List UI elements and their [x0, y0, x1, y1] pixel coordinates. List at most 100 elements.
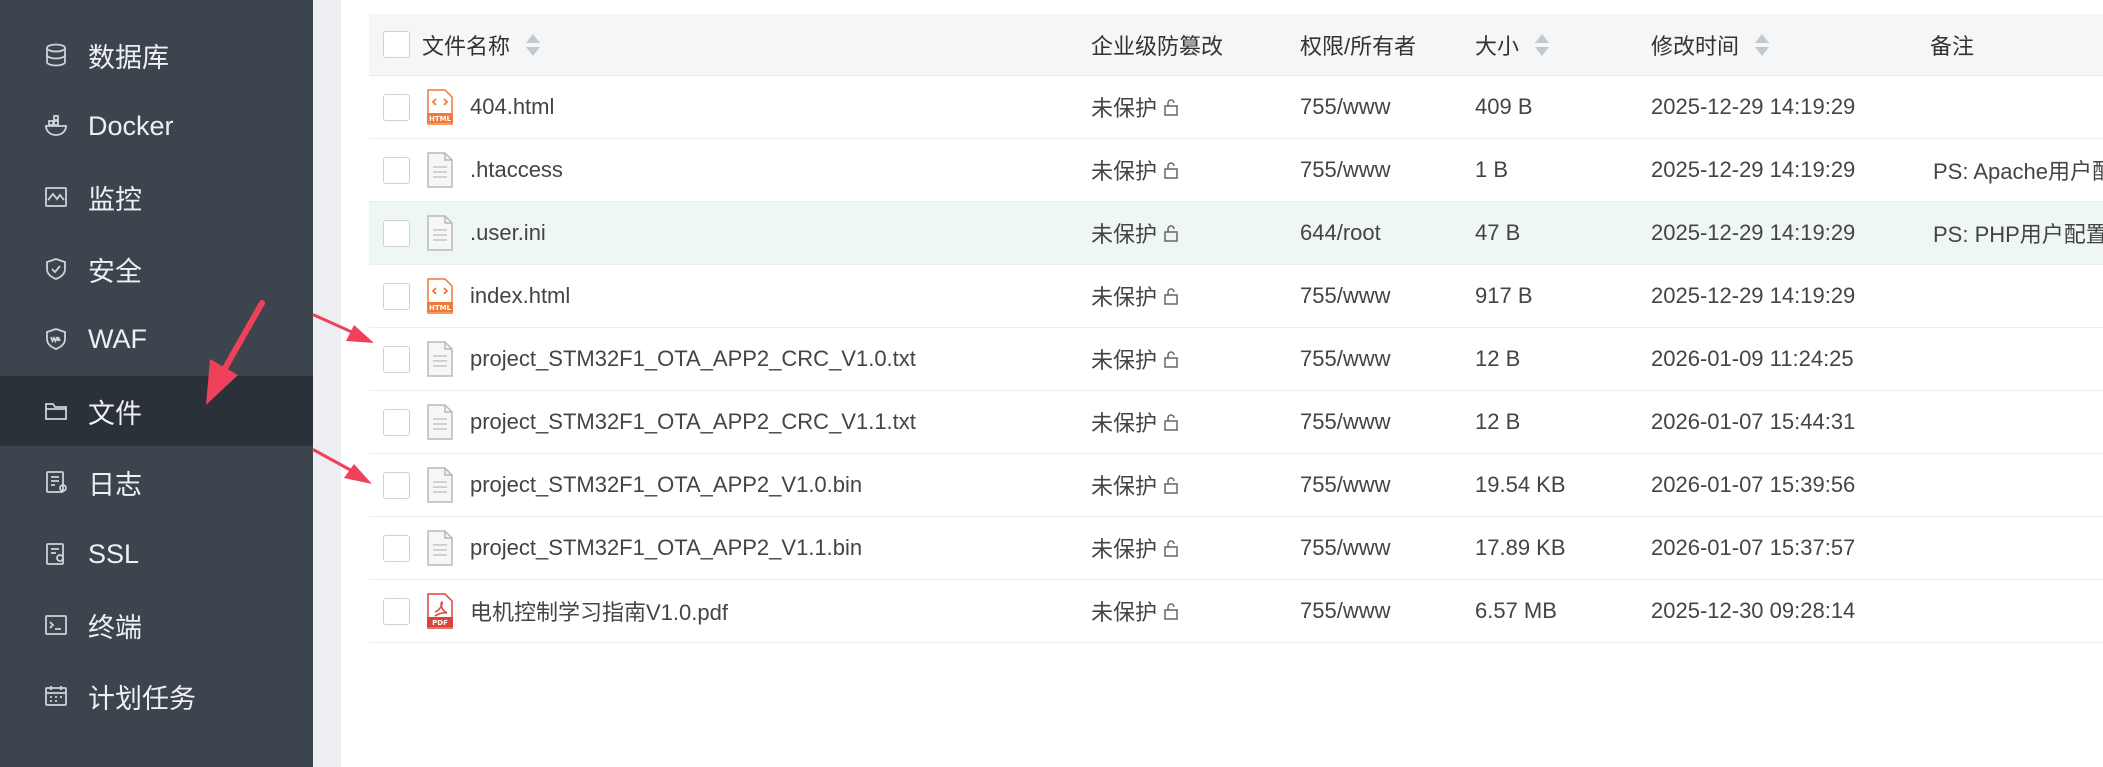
- tamper-status: 未保护: [1091, 222, 1158, 247]
- file-name[interactable]: .htaccess: [470, 157, 563, 183]
- html-file-icon: HTML: [426, 278, 454, 314]
- column-header-size-label: 大小: [1475, 33, 1520, 59]
- modified-time: 2026-01-07 15:39:56: [1651, 472, 1856, 497]
- file-name[interactable]: 电机控制学习指南V1.0.pdf: [470, 595, 728, 627]
- column-header-mtime-label: 修改时间: [1651, 33, 1740, 59]
- tamper-status: 未保护: [1091, 348, 1158, 373]
- unlock-icon[interactable]: [1161, 349, 1181, 369]
- unlock-icon[interactable]: [1161, 286, 1181, 306]
- sidebar-item-4[interactable]: WAF: [0, 304, 313, 374]
- table-row[interactable]: .user.ini 未保护 644/root 47 B 2025-12-29 14:19…: [369, 202, 2103, 265]
- sidebar-item-8[interactable]: 终端: [0, 590, 313, 660]
- table-row[interactable]: PDF 电机控制学习指南V1.0.pdf 未保护 755/www 6.57 MB 2025…: [369, 580, 2103, 643]
- modified-time: 2025-12-29 14:19:29: [1651, 94, 1856, 119]
- unlock-icon[interactable]: [1161, 97, 1181, 117]
- sidebar-item-1[interactable]: Docker: [0, 91, 313, 161]
- modified-time: 2025-12-29 14:19:29: [1651, 157, 1856, 182]
- column-header-tamper: 企业级防篡改: [1091, 33, 1224, 59]
- column-header-name[interactable]: 文件名称: [422, 14, 541, 75]
- unlock-icon[interactable]: [1161, 475, 1181, 495]
- row-checkbox[interactable]: [383, 345, 410, 373]
- permission-owner[interactable]: 755/www: [1300, 157, 1390, 183]
- modified-time: 2026-01-07 15:44:31: [1651, 409, 1856, 434]
- permission-owner[interactable]: 755/www: [1300, 283, 1390, 309]
- sidebar-item-3[interactable]: 安全: [0, 234, 313, 304]
- permission-owner[interactable]: 755/www: [1300, 535, 1390, 561]
- file-name[interactable]: project_STM32F1_OTA_APP2_V1.0.bin: [470, 472, 862, 498]
- sort-icon[interactable]: [526, 33, 541, 56]
- monitor-icon: [42, 183, 70, 211]
- docker-icon: [42, 112, 70, 140]
- sidebar-item-label: WAF: [88, 323, 147, 354]
- html-file-icon: HTML: [426, 89, 454, 125]
- table-row[interactable]: project_STM32F1_OTA_APP2_V1.0.bin 未保护 755/…: [369, 454, 2103, 517]
- pdf-file-icon: PDF: [426, 593, 454, 629]
- unlock-icon[interactable]: [1161, 412, 1181, 432]
- row-checkbox[interactable]: [383, 408, 410, 436]
- sidebar-item-label: 文件: [88, 398, 142, 429]
- table-body: HTML 404.html 未保护 755/www 409 B 2025-12-29 14…: [369, 76, 2103, 643]
- sidebar-item-0[interactable]: 数据库: [0, 20, 313, 90]
- row-checkbox[interactable]: [383, 471, 410, 499]
- file-note[interactable]: PS: PHP用户配置文: [1933, 217, 2103, 249]
- column-header-perm: 权限/所有者: [1300, 33, 1417, 59]
- text-file-icon: [426, 530, 454, 566]
- row-checkbox[interactable]: [383, 93, 410, 121]
- text-file-icon: [426, 467, 454, 503]
- sidebar-item-2[interactable]: 监控: [0, 162, 313, 232]
- permission-owner[interactable]: 755/www: [1300, 598, 1390, 624]
- log-icon: [42, 468, 70, 496]
- sort-icon[interactable]: [1535, 33, 1550, 56]
- tamper-status: 未保护: [1091, 159, 1158, 184]
- permission-owner[interactable]: 755/www: [1300, 94, 1390, 120]
- tamper-status: 未保护: [1091, 285, 1158, 310]
- modified-time: 2026-01-09 11:24:25: [1651, 346, 1854, 371]
- file-name[interactable]: project_STM32F1_OTA_APP2_CRC_V1.1.txt: [470, 409, 916, 435]
- unlock-icon[interactable]: [1161, 601, 1181, 621]
- tamper-status: 未保护: [1091, 96, 1158, 121]
- text-file-icon: [426, 215, 454, 251]
- table-row[interactable]: project_STM32F1_OTA_APP2_V1.1.bin 未保护 755/…: [369, 517, 2103, 580]
- sidebar-item-7[interactable]: SSL: [0, 519, 313, 589]
- terminal-icon: [42, 611, 70, 639]
- unlock-icon[interactable]: [1161, 223, 1181, 243]
- column-header-size[interactable]: 大小: [1475, 14, 1550, 75]
- file-name[interactable]: 404.html: [470, 94, 554, 120]
- folder-icon: [42, 397, 70, 425]
- permission-owner[interactable]: 755/www: [1300, 472, 1390, 498]
- sidebar-item-label: 终端: [88, 612, 142, 643]
- table-row[interactable]: project_STM32F1_OTA_APP2_CRC_V1.1.txt 未保护…: [369, 391, 2103, 454]
- table-row[interactable]: HTML index.html 未保护 755/www 917 B 2025-12-29 …: [369, 265, 2103, 328]
- file-name[interactable]: .user.ini: [470, 220, 546, 246]
- select-all-checkbox[interactable]: [383, 31, 410, 58]
- table-row[interactable]: .htaccess 未保护 755/www 1 B 2025-12-29 14:19:2…: [369, 139, 2103, 202]
- unlock-icon[interactable]: [1161, 538, 1181, 558]
- column-header-mtime[interactable]: 修改时间: [1651, 14, 1770, 75]
- modified-time: 2025-12-30 09:28:14: [1651, 598, 1856, 623]
- table-row[interactable]: HTML 404.html 未保护 755/www 409 B 2025-12-29 14…: [369, 76, 2103, 139]
- row-checkbox[interactable]: [383, 534, 410, 562]
- file-size: 917 B: [1475, 283, 1533, 308]
- permission-owner[interactable]: 644/root: [1300, 220, 1381, 246]
- table-row[interactable]: project_STM32F1_OTA_APP2_CRC_V1.0.txt 未保护…: [369, 328, 2103, 391]
- file-name[interactable]: index.html: [470, 283, 570, 309]
- file-name[interactable]: project_STM32F1_OTA_APP2_V1.1.bin: [470, 535, 862, 561]
- row-checkbox[interactable]: [383, 219, 410, 247]
- row-checkbox[interactable]: [383, 156, 410, 184]
- unlock-icon[interactable]: [1161, 160, 1181, 180]
- sidebar-item-5[interactable]: 文件: [0, 376, 313, 446]
- file-table: 文件名称 企业级防篡改 权限/所有者 大小 修改时间 备注 HTML 404.ht…: [369, 14, 2103, 643]
- file-name[interactable]: project_STM32F1_OTA_APP2_CRC_V1.0.txt: [470, 346, 916, 372]
- svg-text:PDF: PDF: [432, 619, 448, 627]
- sidebar-item-6[interactable]: 日志: [0, 447, 313, 517]
- svg-text:HTML: HTML: [429, 115, 452, 123]
- row-checkbox[interactable]: [383, 597, 410, 625]
- permission-owner[interactable]: 755/www: [1300, 346, 1390, 372]
- row-checkbox[interactable]: [383, 282, 410, 310]
- file-note[interactable]: PS: Apache用户配置: [1933, 154, 2103, 186]
- sidebar-item-label: 计划任务: [88, 683, 196, 714]
- sidebar-item-9[interactable]: 计划任务: [0, 661, 313, 731]
- permission-owner[interactable]: 755/www: [1300, 409, 1390, 435]
- sort-icon[interactable]: [1755, 33, 1770, 56]
- sidebar-item-label: Docker: [88, 110, 174, 141]
